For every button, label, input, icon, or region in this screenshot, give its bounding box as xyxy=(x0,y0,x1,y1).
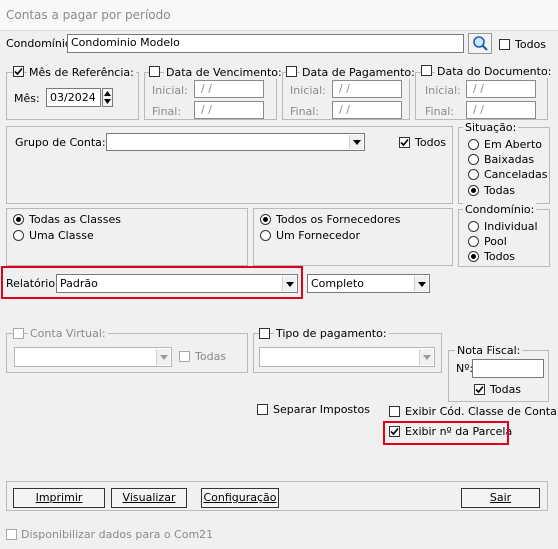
situacao-todas-label: Todas xyxy=(484,184,516,197)
condominio-todos-checkbox[interactable] xyxy=(499,39,510,50)
chevron-down-icon xyxy=(349,135,363,149)
pagamento-checkbox[interactable] xyxy=(286,66,297,77)
todos-fornecedores-radio[interactable] xyxy=(260,214,271,225)
vencimento-inicial-label: Inicial: xyxy=(152,84,188,97)
nota-fiscal-label: Nota Fiscal: xyxy=(455,344,523,357)
search-icon xyxy=(473,36,488,51)
mes-label: Mês: xyxy=(14,92,40,105)
conta-virtual-select[interactable] xyxy=(14,347,172,367)
todos-fornecedores-label: Todos os Fornecedores xyxy=(276,213,401,226)
todas-classes-radio[interactable] xyxy=(13,214,24,225)
search-button[interactable] xyxy=(468,33,492,54)
individual-radio[interactable] xyxy=(468,221,479,232)
window-title: Contas a pagar por período xyxy=(6,8,171,22)
todas-classes-label: Todas as Classes xyxy=(29,213,121,226)
imprimir-button[interactable]: Imprimir xyxy=(13,488,105,508)
condominio-input[interactable]: Condominio Modelo xyxy=(67,34,464,53)
pool-radio[interactable] xyxy=(468,236,479,247)
exibir-parcela-highlight-box xyxy=(383,421,509,445)
grupo-conta-todos-label: Todos xyxy=(415,136,447,149)
mes-referencia-checkbox[interactable] xyxy=(13,66,24,77)
vencimento-inicial-input[interactable]: / / xyxy=(194,80,264,98)
window-titlebar: Contas a pagar por período xyxy=(0,0,558,31)
com21-checkbox[interactable] xyxy=(6,529,17,540)
conta-virtual-label: Conta Virtual: xyxy=(28,327,108,340)
condominio-todos-radio-label: Todos xyxy=(484,250,516,263)
sair-button[interactable]: Sair xyxy=(461,488,540,508)
separar-impostos-checkbox[interactable] xyxy=(257,404,268,415)
documento-label: Data do Documento: xyxy=(435,65,554,78)
uma-classe-radio[interactable] xyxy=(13,230,24,241)
documento-inicial-label: Inicial: xyxy=(425,84,461,97)
relatorio-modo-value: Completo xyxy=(311,277,364,290)
vencimento-checkbox[interactable] xyxy=(149,66,160,77)
condominio-label: Condomínio: xyxy=(6,37,76,50)
documento-inicial-input[interactable]: / / xyxy=(466,80,536,98)
tipo-pagamento-label: Tipo de pagamento: xyxy=(274,327,389,340)
grupo-conta-label: Grupo de Conta: xyxy=(15,136,106,149)
exibir-cod-classe-label: Exibir Cód. Classe de Conta xyxy=(405,405,557,418)
spinner-arrows-icon xyxy=(104,91,111,104)
mes-spinner[interactable] xyxy=(102,88,113,107)
vencimento-label: Data de Vencimento: xyxy=(164,66,284,79)
pagamento-inicial-input[interactable]: / / xyxy=(332,80,402,98)
tipo-pagamento-select[interactable] xyxy=(259,347,435,367)
condominio-todos-radio[interactable] xyxy=(468,251,479,262)
relatorio-modo-select[interactable]: Completo xyxy=(307,274,430,293)
chevron-down-icon xyxy=(419,349,433,365)
exibir-cod-classe-checkbox[interactable] xyxy=(389,406,400,417)
separar-impostos-label: Separar Impostos xyxy=(273,403,370,416)
uma-classe-label: Uma Classe xyxy=(29,229,94,242)
nota-fiscal-todas-label: Todas xyxy=(490,383,522,396)
pagamento-label: Data de Pagamento: xyxy=(300,66,417,79)
imprimir-label: Imprimir xyxy=(35,491,83,504)
situacao-em-aberto-radio[interactable] xyxy=(468,139,479,150)
pool-label: Pool xyxy=(484,235,507,248)
documento-checkbox[interactable] xyxy=(421,65,432,76)
mes-referencia-label: Mês de Referência: xyxy=(27,66,136,79)
situacao-canceladas-radio[interactable] xyxy=(468,169,479,180)
pagamento-final-input[interactable]: / / xyxy=(332,101,402,119)
situacao-label: Situação: xyxy=(463,121,519,134)
grupo-conta-todos-checkbox[interactable] xyxy=(399,137,410,148)
documento-final-input[interactable]: / / xyxy=(466,101,536,119)
situacao-canceladas-label: Canceladas xyxy=(484,168,548,181)
um-fornecedor-radio[interactable] xyxy=(260,230,271,241)
conta-virtual-checkbox[interactable] xyxy=(13,328,24,339)
configuracao-label: Configuração xyxy=(203,491,277,504)
um-fornecedor-label: Um Fornecedor xyxy=(276,229,361,242)
vencimento-final-label: Final: xyxy=(152,105,182,118)
nota-fiscal-input[interactable] xyxy=(472,359,544,378)
grupo-conta-select[interactable] xyxy=(106,133,365,151)
situacao-em-aberto-label: Em Aberto xyxy=(484,138,543,151)
tipo-pagamento-checkbox[interactable] xyxy=(259,328,270,339)
situacao-baixadas-label: Baixadas xyxy=(484,153,535,166)
chevron-down-icon xyxy=(414,276,428,291)
condominio-todos-label: Todos xyxy=(515,38,547,51)
situacao-todas-radio[interactable] xyxy=(468,185,479,196)
documento-final-label: Final: xyxy=(425,105,455,118)
individual-label: Individual xyxy=(484,220,538,233)
chevron-down-icon xyxy=(156,349,170,365)
conta-virtual-todas-checkbox[interactable] xyxy=(179,351,190,362)
visualizar-label: Visualizar xyxy=(122,491,176,504)
com21-label: Disponibilizar dados para o Com21 xyxy=(21,528,214,541)
nota-fiscal-no-label: Nº: xyxy=(456,362,474,375)
pagamento-inicial-label: Inicial: xyxy=(290,84,326,97)
situacao-baixadas-radio[interactable] xyxy=(468,154,479,165)
configuracao-button[interactable]: Configuração xyxy=(201,488,279,508)
condominio-tipo-label: Condomínio: xyxy=(463,203,537,216)
nota-fiscal-todas-checkbox[interactable] xyxy=(474,384,485,395)
conta-virtual-todas-label: Todas xyxy=(195,350,227,363)
mes-input[interactable]: 03/2024 xyxy=(46,88,101,107)
sair-label: Sair xyxy=(489,491,512,504)
pagamento-final-label: Final: xyxy=(290,105,320,118)
vencimento-final-input[interactable]: / / xyxy=(194,101,264,119)
visualizar-button[interactable]: Visualizar xyxy=(111,488,187,508)
relatorio-highlight-box xyxy=(1,266,303,299)
